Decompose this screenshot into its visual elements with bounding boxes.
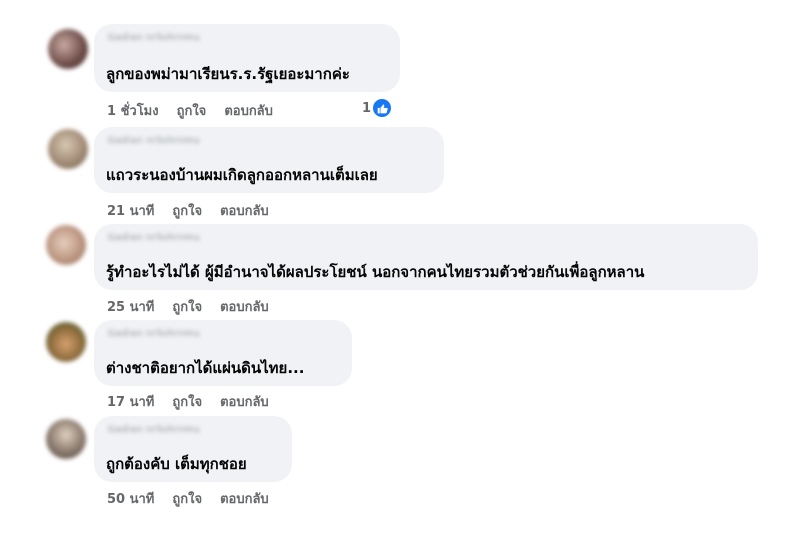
comment-bubble: Gadian nrSshrnmu ลูกของพม่ามาเรียนร.ร.รั… xyxy=(94,24,400,92)
comment-author[interactable]: Gadian nrSshrnmu xyxy=(108,425,200,435)
like-button[interactable]: ถูกใจ xyxy=(172,296,202,317)
comment-timestamp[interactable]: 21 นาที xyxy=(107,200,154,221)
like-button[interactable]: ถูกใจ xyxy=(177,100,207,121)
reaction-summary[interactable]: 1 xyxy=(362,99,392,117)
comment-author[interactable]: Gadian nrSshrnmu xyxy=(108,329,200,339)
comment-timestamp[interactable]: 17 นาที xyxy=(107,391,154,412)
comment-actions: 1 ชั่วโมง ถูกใจ ตอบกลับ xyxy=(107,100,273,121)
comment-actions: 25 นาที ถูกใจ ตอบกลับ xyxy=(107,296,269,317)
comment-text: ถูกต้องคับ เต็มทุกชอย xyxy=(106,455,247,473)
avatar[interactable] xyxy=(48,129,88,169)
reply-button[interactable]: ตอบกลับ xyxy=(220,391,269,412)
comment-author[interactable]: Gadian nrSshrnmu xyxy=(108,33,200,43)
avatar[interactable] xyxy=(46,322,86,362)
like-button[interactable]: ถูกใจ xyxy=(172,391,202,412)
reply-button[interactable]: ตอบกลับ xyxy=(220,488,269,509)
comment-text: ลูกของพม่ามาเรียนร.ร.รัฐเยอะมากค่ะ xyxy=(106,65,350,83)
comment-bubble: Gadian nrSshrnmu ถูกต้องคับ เต็มทุกชอย xyxy=(94,416,292,482)
avatar[interactable] xyxy=(48,29,88,69)
comment-bubble: Gadian nrSshrnmu แถวระนองบ้านผมเกิดลูกออ… xyxy=(94,127,444,193)
comment-author[interactable]: Gadian nrSshrnmu xyxy=(108,136,200,146)
comment-bubble: Gadian nrSshrnmu ต่างชาติอยากได้แผ่นดินไ… xyxy=(94,320,352,386)
like-button[interactable]: ถูกใจ xyxy=(172,200,202,221)
comment-actions: 50 นาที ถูกใจ ตอบกลับ xyxy=(107,488,269,509)
comment-timestamp[interactable]: 1 ชั่วโมง xyxy=(107,100,159,121)
comment-text: รู้ทำอะไรไม่ได้ ผู้มีอำนาจได้ผลประโยชน์ … xyxy=(106,263,645,281)
reaction-count: 1 xyxy=(362,100,372,116)
thumbs-up-icon xyxy=(373,99,392,117)
comment-timestamp[interactable]: 50 นาที xyxy=(107,488,154,509)
reply-button[interactable]: ตอบกลับ xyxy=(220,296,269,317)
reply-button[interactable]: ตอบกลับ xyxy=(220,200,269,221)
reply-button[interactable]: ตอบกลับ xyxy=(224,100,273,121)
comment-actions: 21 นาที ถูกใจ ตอบกลับ xyxy=(107,200,269,221)
comment-timestamp[interactable]: 25 นาที xyxy=(107,296,154,317)
comment-text: ต่างชาติอยากได้แผ่นดินไทย... xyxy=(106,359,305,377)
avatar[interactable] xyxy=(46,419,86,459)
comment-bubble: Gadian nrSshrnmu รู้ทำอะไรไม่ได้ ผู้มีอำ… xyxy=(94,224,758,290)
like-button[interactable]: ถูกใจ xyxy=(172,488,202,509)
avatar[interactable] xyxy=(46,225,86,265)
comment-author[interactable]: Gadian nrSshrnmu xyxy=(108,233,200,243)
comment-actions: 17 นาที ถูกใจ ตอบกลับ xyxy=(107,391,269,412)
comment-text: แถวระนองบ้านผมเกิดลูกออกหลานเต็มเลย xyxy=(106,166,378,184)
